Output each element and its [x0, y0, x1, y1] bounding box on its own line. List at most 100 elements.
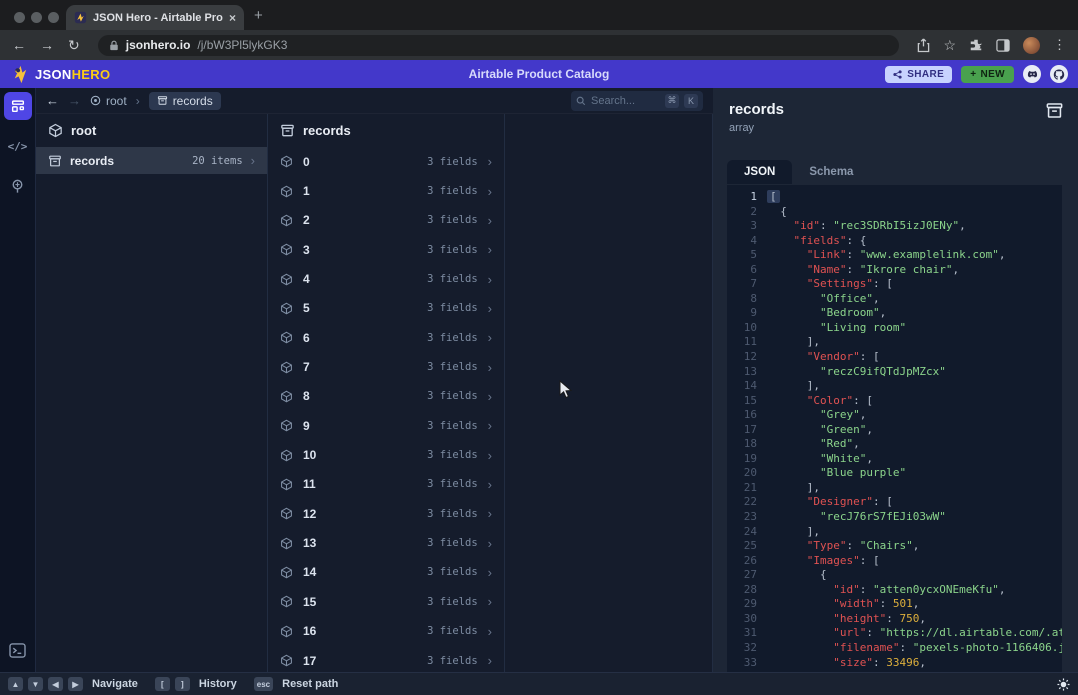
traffic-light-close[interactable] [14, 12, 25, 23]
share-button-label: SHARE [907, 69, 944, 80]
chevron-right-icon: › [488, 389, 492, 404]
tree-view-button[interactable] [4, 172, 32, 200]
path-forward-icon[interactable]: → [68, 93, 81, 108]
side-panel-icon[interactable] [996, 39, 1010, 52]
browser-tab[interactable]: JSON Hero - Airtable Product C × [66, 5, 244, 30]
line-content: "Green", [767, 423, 873, 438]
record-row[interactable]: 10 3 fields › [268, 440, 504, 469]
browser-back-icon[interactable]: ← [12, 38, 26, 52]
breadcrumb-current[interactable]: records [149, 92, 221, 110]
traffic-light-minimize[interactable] [31, 12, 42, 23]
editor-view-button[interactable]: </> [4, 132, 32, 160]
tab-json[interactable]: JSON [727, 160, 792, 184]
code-line[interactable]: 14 ], [727, 379, 1062, 394]
arrow-down-key-icon: ▼ [28, 677, 43, 691]
code-line[interactable]: 5 "Link": "www.examplelink.com", [727, 248, 1062, 263]
code-line[interactable]: 1[ [727, 190, 1062, 205]
code-line[interactable]: 33 "size": 33496, [727, 656, 1062, 671]
code-line[interactable]: 4 "fields": { [727, 234, 1062, 249]
code-line[interactable]: 2 { [727, 205, 1062, 220]
code-line[interactable]: 31 "url": "https://dl.airtable.com/.atta [727, 626, 1062, 641]
line-number: 12 [727, 350, 757, 365]
code-line[interactable]: 10 "Living room" [727, 321, 1062, 336]
record-meta: 3 fields [427, 361, 478, 373]
tab-schema[interactable]: Schema [792, 160, 870, 184]
path-back-icon[interactable]: ← [46, 93, 59, 108]
code-line[interactable]: 30 "height": 750, [727, 612, 1062, 627]
share-page-icon[interactable] [917, 38, 930, 53]
search-input[interactable]: Search... ⌘ K [571, 91, 703, 111]
code-line[interactable]: 29 "width": 501, [727, 597, 1062, 612]
code-line[interactable]: 7 "Settings": [ [727, 277, 1062, 292]
json-code-viewer[interactable]: 1[2 {3 "id": "rec3SDRbI5izJ0ENy",4 "fiel… [727, 185, 1062, 672]
chevron-right-icon: › [488, 242, 492, 257]
profile-avatar[interactable] [1023, 37, 1040, 54]
code-line[interactable]: 9 "Bedroom", [727, 306, 1062, 321]
column-view-button[interactable] [4, 92, 32, 120]
chevron-right-icon: › [488, 330, 492, 345]
record-row[interactable]: 5 3 fields › [268, 294, 504, 323]
breadcrumb-root[interactable]: root [90, 94, 127, 108]
record-row[interactable]: 14 3 fields › [268, 558, 504, 587]
code-line[interactable]: 19 "White", [727, 452, 1062, 467]
record-row[interactable]: 16 3 fields › [268, 617, 504, 646]
code-line[interactable]: 20 "Blue purple" [727, 466, 1062, 481]
code-line[interactable]: 11 ], [727, 335, 1062, 350]
code-line[interactable]: 8 "Office", [727, 292, 1062, 307]
code-line[interactable]: 18 "Red", [727, 437, 1062, 452]
new-button[interactable]: + NEW [961, 66, 1014, 83]
theme-toggle-sun-icon[interactable] [1057, 678, 1070, 691]
address-bar[interactable]: jsonhero.io/j/bW3Pl5lykGK3 [98, 35, 900, 56]
record-row[interactable]: 1 3 fields › [268, 176, 504, 205]
record-row[interactable]: 13 3 fields › [268, 528, 504, 557]
code-line[interactable]: 17 "Green", [727, 423, 1062, 438]
line-number: 13 [727, 365, 757, 380]
code-line[interactable]: 12 "Vendor": [ [727, 350, 1062, 365]
extensions-icon[interactable] [969, 38, 983, 52]
code-line[interactable]: 28 "id": "atten0ycxONEmeKfu", [727, 583, 1062, 598]
code-line[interactable]: 21 ], [727, 481, 1062, 496]
code-line[interactable]: 25 "Type": "Chairs", [727, 539, 1062, 554]
browser-menu-icon[interactable]: ⋮ [1053, 37, 1066, 53]
code-line[interactable]: 16 "Grey", [727, 408, 1062, 423]
record-row[interactable]: 2 3 fields › [268, 206, 504, 235]
column-records-title: records [303, 123, 351, 138]
new-tab-button[interactable]: + [254, 7, 263, 24]
code-line[interactable]: 22 "Designer": [ [727, 495, 1062, 510]
discord-icon[interactable] [1023, 65, 1041, 83]
code-line[interactable]: 32 "filename": "pexels-photo-1166406.jpe… [727, 641, 1062, 656]
record-row[interactable]: 4 3 fields › [268, 264, 504, 293]
record-row[interactable]: 7 3 fields › [268, 352, 504, 381]
record-row[interactable]: 17 3 fields › [268, 646, 504, 675]
archive-icon [280, 123, 295, 138]
code-line[interactable]: 23 "recJ76rS7fEJi03wW" [727, 510, 1062, 525]
traffic-light-zoom[interactable] [48, 12, 59, 23]
github-icon[interactable] [1050, 65, 1068, 83]
code-line[interactable]: 15 "Color": [ [727, 394, 1062, 409]
bookmark-star-icon[interactable]: ☆ [943, 37, 956, 54]
record-row[interactable]: 12 3 fields › [268, 499, 504, 528]
browser-forward-icon[interactable]: → [40, 38, 54, 52]
records-rows: 0 3 fields › 1 3 fields › 2 3 fields › 3… [268, 147, 504, 675]
record-row[interactable]: 9 3 fields › [268, 411, 504, 440]
root-records-row[interactable]: records 20 items › [36, 147, 267, 174]
tab-close-icon[interactable]: × [229, 11, 236, 25]
record-row[interactable]: 6 3 fields › [268, 323, 504, 352]
code-line[interactable]: 3 "id": "rec3SDRbI5izJ0ENy", [727, 219, 1062, 234]
record-row[interactable]: 0 3 fields › [268, 147, 504, 176]
record-index: 12 [303, 507, 417, 521]
code-line[interactable]: 13 "reczC9ifQTdJpMZcx" [727, 365, 1062, 380]
record-row[interactable]: 8 3 fields › [268, 382, 504, 411]
code-line[interactable]: 27 { [727, 568, 1062, 583]
code-line[interactable]: 26 "Images": [ [727, 554, 1062, 569]
code-line[interactable]: 24 ], [727, 525, 1062, 540]
browser-reload-icon[interactable]: ↻ [68, 38, 80, 52]
record-row[interactable]: 3 3 fields › [268, 235, 504, 264]
record-row[interactable]: 11 3 fields › [268, 470, 504, 499]
kbd-k: K [684, 94, 698, 108]
share-button[interactable]: SHARE [885, 66, 952, 83]
record-row[interactable]: 15 3 fields › [268, 587, 504, 616]
code-line[interactable]: 6 "Name": "Ikrore chair", [727, 263, 1062, 278]
terminal-button[interactable] [4, 636, 32, 664]
record-index: 6 [303, 331, 417, 345]
